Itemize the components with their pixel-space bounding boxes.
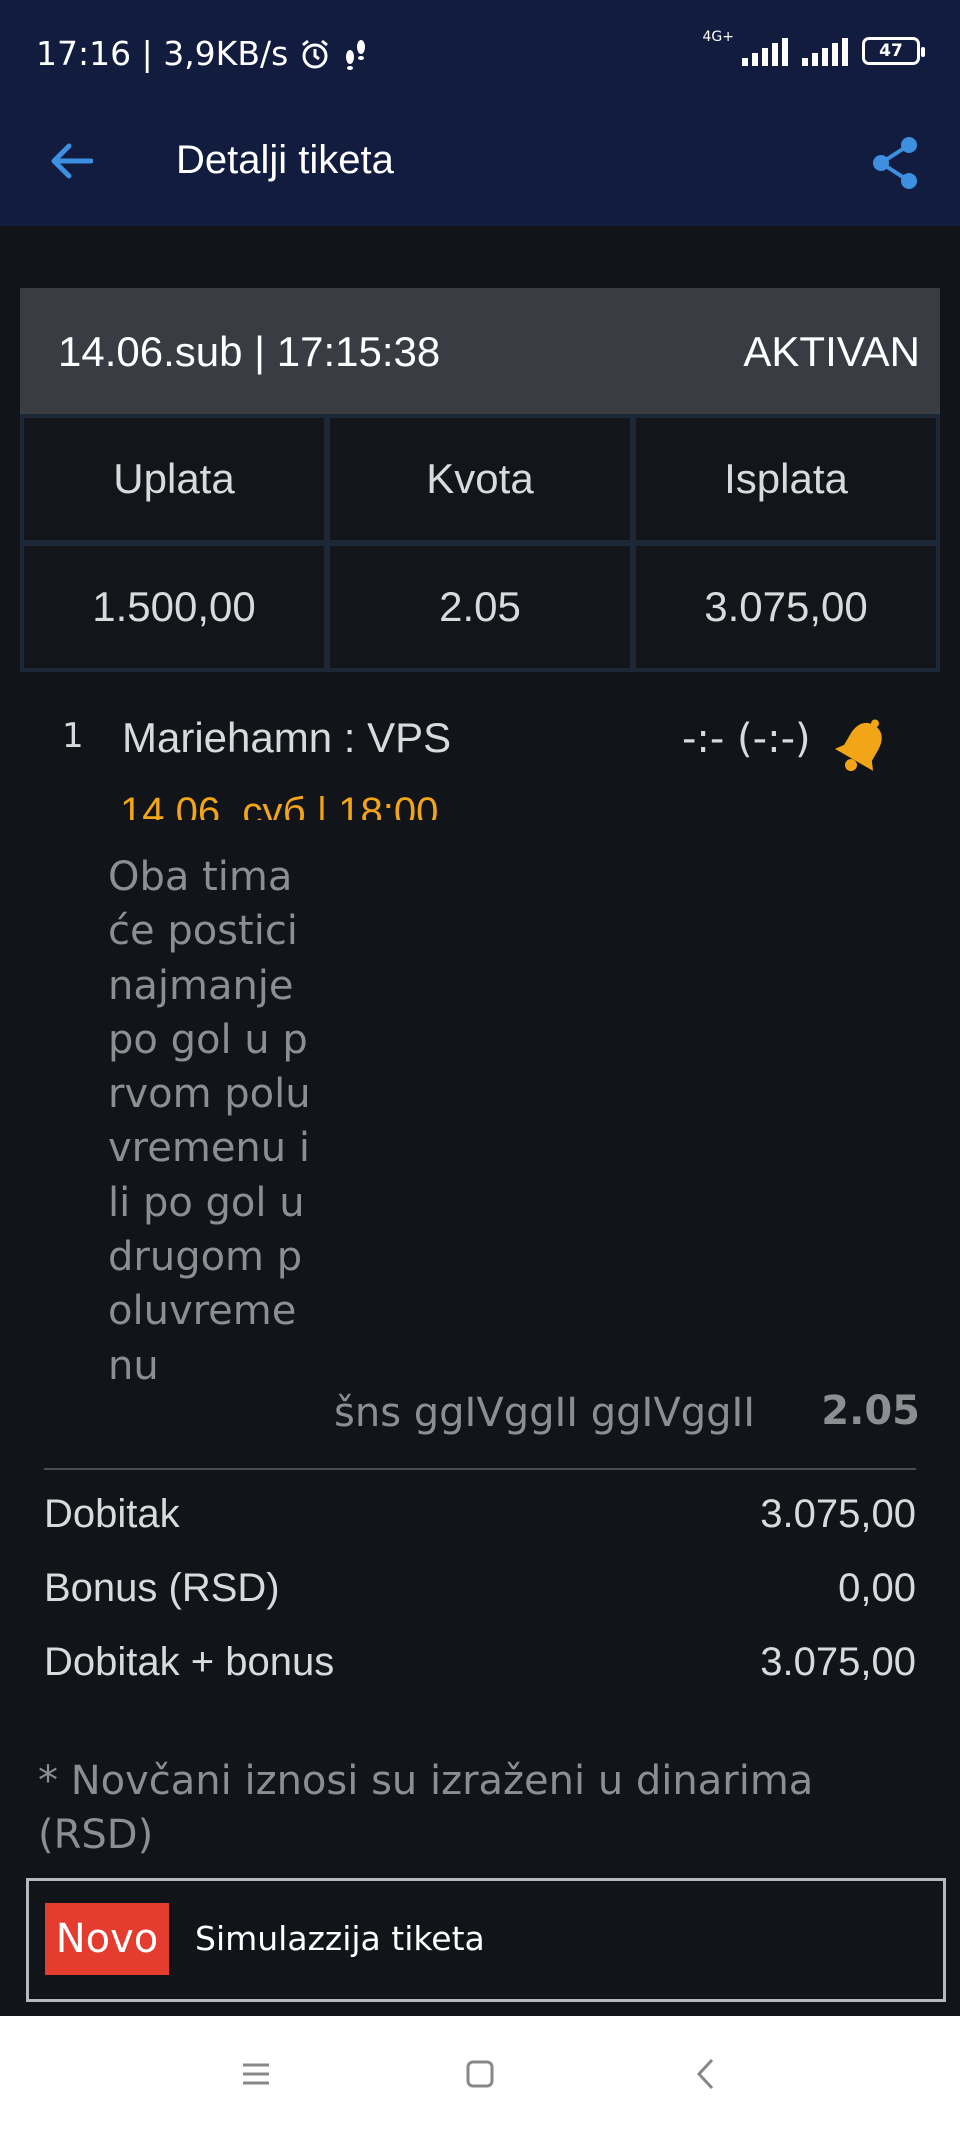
new-badge: Novo [45, 1903, 169, 1975]
notification-bell-button[interactable] [828, 712, 896, 780]
currency-note: * Novčani iznosi su izraženi u dinarima … [38, 1758, 814, 1858]
signal-icon-2 [802, 36, 848, 66]
divider [44, 1468, 916, 1470]
summary-row-total: Dobitak + bonus 3.075,00 [44, 1640, 916, 1685]
match-score: -:- (-:-) [682, 716, 811, 762]
signal-icon [742, 36, 788, 66]
value-kvota: 2.05 [330, 546, 630, 668]
alarm-icon [302, 39, 329, 68]
ticket-datetime: 14.06.sub | 17:15:38 [58, 328, 441, 375]
header-uplata: Uplata [24, 418, 324, 540]
summary-row-bonus: Bonus (RSD) 0,00 [44, 1566, 916, 1611]
arrow-left-icon [51, 143, 93, 179]
banner-text: Simulazzija tiketa [195, 1919, 485, 1958]
value-isplata: 3.075,00 [636, 546, 936, 668]
back-button[interactable] [40, 130, 102, 192]
battery-level: 47 [879, 41, 903, 61]
share-button[interactable] [862, 130, 928, 196]
battery-icon: 47 [862, 37, 925, 65]
ticket-summary-grid: Uplata Kvota Isplata 1.500,00 2.05 3.075… [20, 414, 940, 672]
value-uplata: 1.500,00 [24, 546, 324, 668]
match-date-container: 14.06. суб | 18:00 [120, 790, 600, 820]
simulation-banner[interactable]: Novo Simulazzija tiketa [26, 1878, 946, 2002]
bet-odd: 2.05 [821, 1388, 920, 1434]
summary-value: 3.075,00 [760, 1492, 916, 1536]
summary-value: 3.075,00 [760, 1640, 916, 1684]
match-date: 14.06. суб | 18:00 [120, 790, 439, 820]
summary-label: Dobitak + bonus [44, 1640, 335, 1684]
summary-row-dobitak: Dobitak 3.075,00 [44, 1492, 916, 1537]
footsteps-icon [346, 39, 366, 70]
summary-label: Bonus (RSD) [44, 1566, 280, 1610]
status-right: 4G+ 47 [703, 29, 925, 66]
status-bar: 17:16 | 3,9KB/s 4G+ 47 [0, 0, 960, 112]
match-number: 1 [62, 716, 84, 756]
status-time: 17:16 | 3,9KB/s [36, 34, 289, 73]
network-type-label: 4G+ [702, 29, 735, 45]
chevron-left-icon [696, 2058, 714, 2090]
header-isplata: Isplata [636, 418, 936, 540]
summary-label: Dobitak [44, 1492, 180, 1536]
home-nav-button[interactable] [458, 2052, 502, 2096]
ticket-status: AKTIVAN [743, 328, 920, 375]
menu-icon [243, 2063, 269, 2085]
ticket-header: 14.06.sub | 17:15:38 AKTIVAN [20, 288, 940, 414]
share-icon [873, 137, 917, 189]
menu-nav-button[interactable] [234, 2052, 278, 2096]
square-icon [466, 2060, 494, 2088]
summary-value: 0,00 [838, 1566, 916, 1610]
bell-icon [834, 719, 882, 772]
header-kvota: Kvota [330, 418, 630, 540]
system-nav-bar [0, 2016, 960, 2133]
bet-market: Oba tima će postici najmanje po gol u pr… [108, 854, 311, 1389]
app-bar: Detalji tiketa [0, 112, 960, 226]
bet-pick: šns ggIVggII ggIVggII [334, 1390, 756, 1436]
match-name: Mariehamn : VPS [122, 714, 452, 761]
status-left: 17:16 | 3,9KB/s [36, 34, 368, 73]
back-nav-button[interactable] [684, 2052, 728, 2096]
page-title: Detalji tiketa [176, 138, 394, 182]
